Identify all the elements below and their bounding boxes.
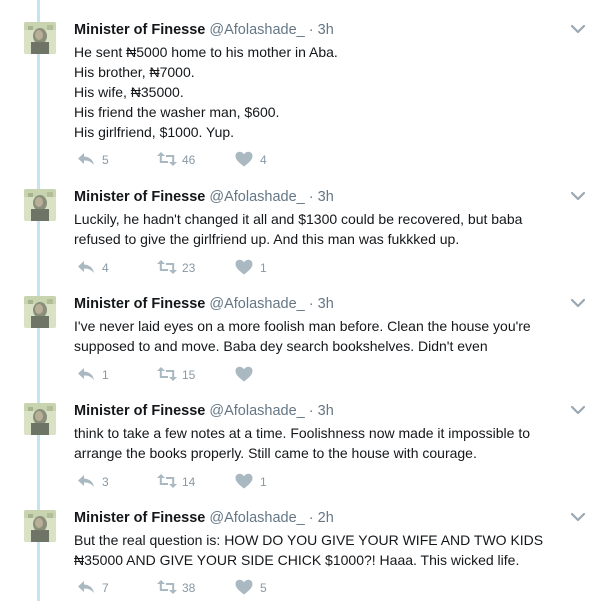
timestamp[interactable]: 2h — [318, 510, 334, 526]
tweet-header: Minister of Finesse @Afolashade_ · 3h — [74, 188, 334, 206]
author-name[interactable]: Minister of Finesse — [74, 296, 205, 312]
author-name[interactable]: Minister of Finesse — [74, 403, 205, 419]
author-name[interactable]: Minister of Finesse — [74, 189, 205, 205]
tweet-header: Minister of Finesse @Afolashade_ · 2h — [74, 509, 334, 527]
retweet-count: 14 — [182, 475, 196, 489]
author-handle[interactable]: @Afolashade_ — [209, 510, 304, 526]
separator-dot: · — [308, 296, 314, 312]
chevron-down-glyph — [570, 298, 586, 308]
tweet-text-line: Luckily, he hadn't changed it all and $1… — [74, 211, 523, 227]
tweet-text-line: supposed to and move. Baba dey search bo… — [74, 338, 488, 354]
reply-count: 4 — [102, 261, 109, 275]
tweet-header: Minister of Finesse @Afolashade_ · 3h — [74, 402, 334, 420]
retweet-count: 15 — [182, 368, 196, 382]
heart-icon — [235, 151, 253, 167]
avatar-image — [24, 403, 56, 435]
chevron-down-glyph — [570, 405, 586, 415]
separator-dot: · — [308, 403, 314, 419]
separator-dot: · — [308, 189, 314, 205]
avatar[interactable] — [24, 403, 56, 435]
avatar-image — [24, 510, 56, 542]
retweet-icon — [157, 152, 177, 166]
avatar[interactable] — [24, 296, 56, 328]
heart-icon — [235, 473, 253, 489]
like-count: 1 — [260, 475, 267, 489]
chevron-down-icon[interactable] — [570, 510, 586, 524]
timestamp[interactable]: 3h — [318, 296, 334, 312]
tweet-text-line: think to take a few notes at a time. Foo… — [74, 425, 531, 441]
tweet-text: I've never laid eyes on a more foolish m… — [74, 316, 554, 356]
tweet-text-line: But the real question is: HOW DO YOU GIV… — [74, 532, 544, 548]
avatar[interactable] — [24, 189, 56, 221]
author-name[interactable]: Minister of Finesse — [74, 22, 205, 38]
timestamp[interactable]: 3h — [318, 189, 334, 205]
retweet-icon — [157, 474, 177, 488]
reply-icon — [78, 368, 94, 380]
reply-count: 5 — [102, 153, 109, 167]
reply-icon — [78, 153, 94, 165]
tweet-text: He sent ₦5000 home to his mother in Aba.… — [74, 42, 554, 142]
tweet-text-line: His wife, ₦35000. — [74, 84, 184, 100]
heart-icon — [235, 259, 253, 275]
avatar-image — [24, 296, 56, 328]
chevron-down-glyph — [570, 24, 586, 34]
tweet-text-line: refused to give the girlfriend up. And t… — [74, 231, 460, 247]
tweet-text-line: His brother, ₦7000. — [74, 64, 195, 80]
chevron-down-icon[interactable] — [570, 403, 586, 417]
like-count: 1 — [260, 261, 267, 275]
retweet-icon — [157, 580, 177, 594]
retweet-count: 46 — [182, 153, 196, 167]
retweet-icon — [157, 260, 177, 274]
author-name[interactable]: Minister of Finesse — [74, 510, 205, 526]
author-handle[interactable]: @Afolashade_ — [209, 189, 304, 205]
reply-icon — [78, 475, 94, 487]
reply-count: 1 — [102, 368, 109, 382]
reply-icon — [78, 581, 94, 593]
heart-icon — [235, 366, 253, 382]
reply-icon — [78, 261, 94, 273]
retweet-count: 23 — [182, 261, 196, 275]
timestamp[interactable]: 3h — [318, 22, 334, 38]
chevron-down-icon[interactable] — [570, 296, 586, 310]
tweet-text: Luckily, he hadn't changed it all and $1… — [74, 209, 554, 249]
chevron-down-glyph — [570, 191, 586, 201]
tweet-text-line: His friend the washer man, $600. — [74, 104, 280, 120]
tweet-header: Minister of Finesse @Afolashade_ · 3h — [74, 21, 334, 39]
tweet-text-line: I've never laid eyes on a more foolish m… — [74, 318, 531, 334]
tweet-text-line: He sent ₦5000 home to his mother in Aba. — [74, 44, 338, 60]
avatar[interactable] — [24, 510, 56, 542]
avatar-image — [24, 189, 56, 221]
retweet-count: 38 — [182, 581, 196, 595]
author-handle[interactable]: @Afolashade_ — [209, 403, 304, 419]
tweet-header: Minister of Finesse @Afolashade_ · 3h — [74, 295, 334, 313]
tweet-text-line: His girlfriend, $1000. Yup. — [74, 124, 235, 140]
like-count: 5 — [260, 581, 267, 595]
author-handle[interactable]: @Afolashade_ — [209, 22, 304, 38]
avatar-image — [24, 22, 56, 54]
separator-dot: · — [308, 22, 314, 38]
separator-dot: · — [308, 510, 314, 526]
retweet-icon — [157, 367, 177, 381]
heart-icon — [235, 579, 253, 595]
avatar[interactable] — [24, 22, 56, 54]
chevron-down-glyph — [570, 512, 586, 522]
author-handle[interactable]: @Afolashade_ — [209, 296, 304, 312]
tweet-text: think to take a few notes at a time. Foo… — [74, 423, 554, 463]
reply-count: 3 — [102, 475, 109, 489]
tweet-text-line: ₦35000 AND GIVE YOUR SIDE CHICK $1000?! … — [74, 552, 520, 568]
timestamp[interactable]: 3h — [318, 403, 334, 419]
reply-count: 7 — [102, 581, 109, 595]
like-count: 4 — [260, 153, 267, 167]
chevron-down-icon[interactable] — [570, 22, 586, 36]
chevron-down-icon[interactable] — [570, 189, 586, 203]
tweet-text: But the real question is: HOW DO YOU GIV… — [74, 530, 554, 570]
tweet-text-line: arrange the books properly. Still came t… — [74, 445, 477, 461]
